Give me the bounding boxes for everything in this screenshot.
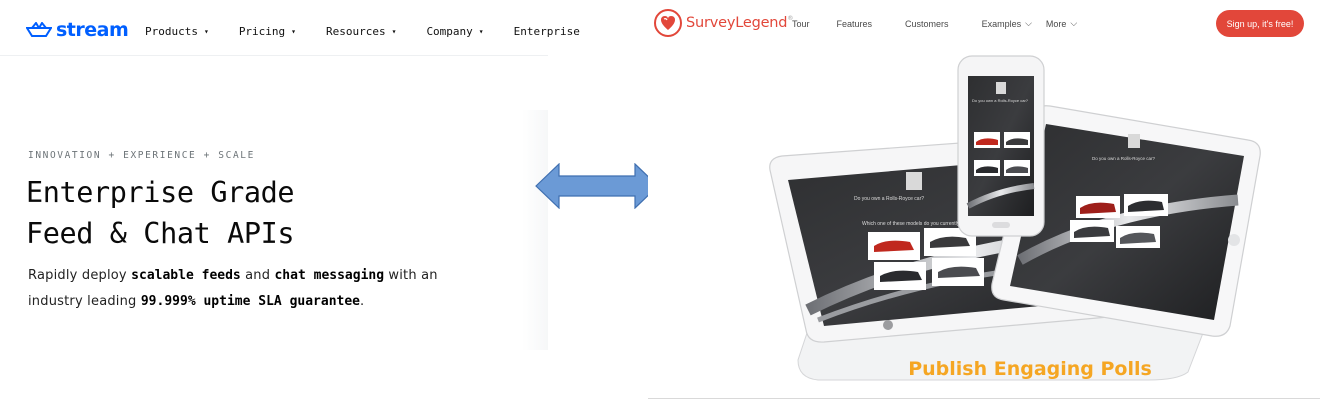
nav-resources[interactable]: Resources ▾ xyxy=(326,25,396,38)
nav-resources-label: Resources xyxy=(326,25,386,38)
stream-logo[interactable]: stream xyxy=(26,19,129,41)
stream-logo-text: stream xyxy=(56,19,129,41)
nav-products-label: Products xyxy=(145,25,198,38)
nav-enterprise[interactable]: Enterprise xyxy=(514,25,580,38)
page-edge-shadow xyxy=(522,110,548,350)
tablet-question: Do you own a Rolls-Royce car? xyxy=(1092,156,1156,161)
devices-illustration: Do you own a Rolls-Royce car? Which one … xyxy=(769,55,1261,381)
nav-products[interactable]: Products ▾ xyxy=(145,25,209,38)
nav-company[interactable]: Company ▾ xyxy=(426,25,483,38)
stream-page: stream Products ▾ Pricing ▾ Resources ▾ Com… xyxy=(0,0,580,420)
desc-bold: scalable feeds xyxy=(131,268,241,283)
phone-question: Do you own a Rolls-Royce car? xyxy=(972,98,1029,103)
chevron-down-icon: ▾ xyxy=(203,27,209,36)
phone-device: Do you own a Rolls-Royce car? xyxy=(957,55,1045,237)
desc-text: Rapidly deploy xyxy=(28,268,132,283)
chevron-down-icon: ▾ xyxy=(291,27,296,36)
hero-description: Rapidly deploy scalable feeds and chat m… xyxy=(28,263,468,315)
desc-text: . xyxy=(360,294,365,309)
double-arrow-icon xyxy=(535,163,659,209)
nav-pricing-label: Pricing xyxy=(238,25,286,38)
hero-eyebrow: INNOVATION + EXPERIENCE + SCALE xyxy=(28,150,255,161)
laptop-question-2: Which one of these models do you current… xyxy=(862,221,973,227)
nav-enterprise-label: Enterprise xyxy=(513,25,580,38)
chevron-down-icon: ▾ xyxy=(391,27,397,36)
desc-text: and xyxy=(240,268,275,283)
hero-headline-line-1: Enterprise Grade xyxy=(26,176,295,209)
stream-navbar: stream Products ▾ Pricing ▾ Resources ▾ Com… xyxy=(0,0,580,56)
surveylegend-page: SurveyLegend® Tour Features Customers Ex… xyxy=(648,0,1320,400)
laptop-question: Do you own a Rolls-Royce car? xyxy=(854,196,924,202)
nav-pricing[interactable]: Pricing ▾ xyxy=(239,25,296,38)
desc-bold: chat messaging xyxy=(274,268,385,283)
stream-boat-icon xyxy=(26,22,52,37)
stream-nav-menu: Products ▾ Pricing ▾ Resources ▾ Company ▾ E… xyxy=(145,25,580,38)
nav-company-label: Company xyxy=(426,25,473,38)
sl-hero-headline: Publish Engaging Polls xyxy=(908,358,1152,380)
chevron-down-icon: ▾ xyxy=(478,27,484,36)
divider xyxy=(648,398,1320,399)
hero-headline: Enterprise Grade Feed & Chat APIs xyxy=(26,172,295,254)
desc-bold: 99.999% uptime SLA guarantee xyxy=(140,294,361,309)
hero-headline-line-2: Feed & Chat APIs xyxy=(26,217,295,250)
